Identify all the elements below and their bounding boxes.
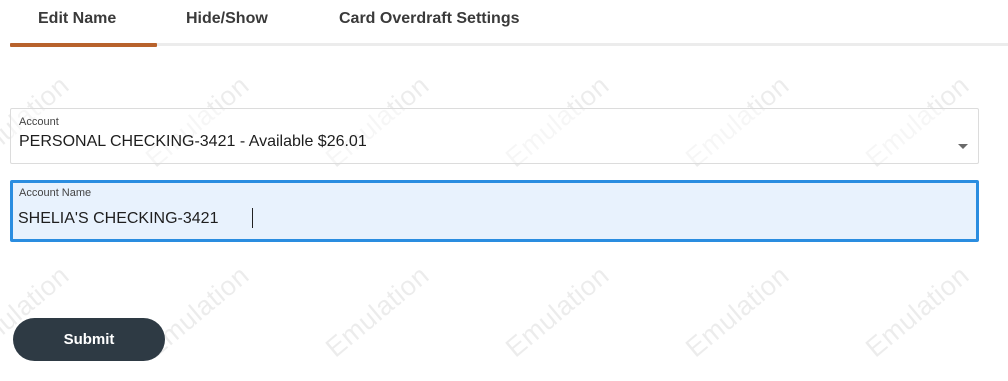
tab-bar: Edit Name Hide/Show Card Overdraft Setti… (0, 0, 1008, 48)
account-name-label: Account Name (19, 187, 92, 199)
watermark-text: Emulation (320, 259, 435, 363)
account-select-label: Account (19, 116, 59, 128)
watermark-text: Emulation (500, 259, 615, 363)
account-select[interactable]: Account PERSONAL CHECKING-3421 - Availab… (10, 108, 979, 164)
account-select-value: PERSONAL CHECKING-3421 - Available $26.0… (19, 133, 367, 150)
account-name-field[interactable]: Account Name (10, 180, 979, 242)
account-name-input[interactable] (18, 207, 958, 231)
active-tab-indicator (10, 43, 157, 47)
tab-hide-show[interactable]: Hide/Show (186, 10, 268, 34)
text-cursor (252, 208, 253, 228)
tab-bar-divider (10, 43, 1008, 46)
tab-edit-name[interactable]: Edit Name (38, 10, 116, 34)
submit-button[interactable]: Submit (13, 318, 165, 361)
watermark-text: Emulation (680, 259, 795, 363)
watermark-text: Emulation (860, 259, 975, 363)
tab-card-overdraft-settings[interactable]: Card Overdraft Settings (339, 10, 519, 34)
chevron-down-icon[interactable] (958, 144, 968, 149)
